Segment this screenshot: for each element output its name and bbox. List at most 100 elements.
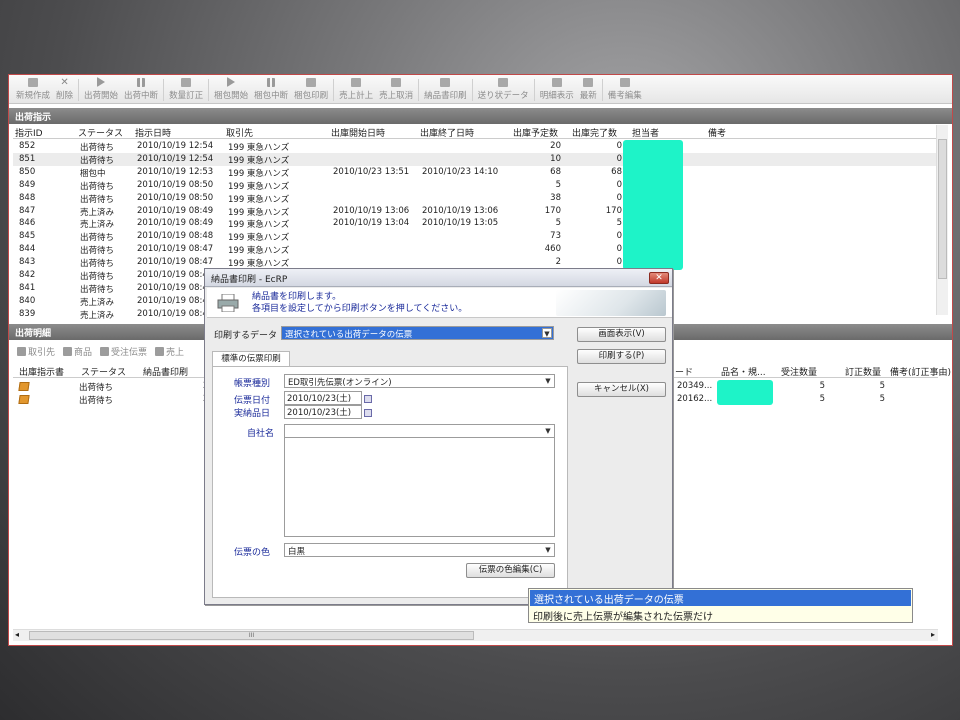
column-header[interactable]: 備考 — [708, 126, 726, 139]
column-header[interactable]: 訂正数量 — [845, 365, 881, 378]
table-cell: 20162... — [677, 394, 713, 404]
horizontal-scrollbar[interactable]: ◂ III ▸ — [13, 629, 938, 641]
calendar-icon[interactable] — [364, 408, 372, 417]
toolbar-button-9[interactable]: 売上取消 — [376, 75, 416, 103]
table-row[interactable]: 849 出荷待ち 2010/10/19 08:50 199 東急ハンズ 5 0 — [13, 179, 938, 192]
table-row[interactable]: 851 出荷待ち 2010/10/19 12:54 199 東急ハンズ 10 0 — [13, 152, 938, 166]
toolbar-button-8[interactable]: 売上計上 — [336, 75, 376, 103]
toolbar-button-7[interactable]: 梱包印刷 — [291, 75, 331, 103]
table-row[interactable]: 845 出荷待ち 2010/10/19 08:48 199 東急ハンズ 73 0 — [13, 230, 938, 243]
cancel-button[interactable]: キャンセル(X) — [577, 382, 666, 397]
company-name-label: 自社名 — [247, 429, 275, 439]
toolbar-button-4[interactable]: 数量訂正 — [166, 75, 206, 103]
table-cell: 839 — [19, 308, 36, 319]
slip-color-select[interactable]: 白黒 ▼ — [284, 543, 555, 557]
table-cell: 73 — [550, 231, 561, 242]
detail-tool-0[interactable]: 取引先 — [17, 345, 55, 358]
column-header[interactable]: 取引先 — [226, 126, 253, 139]
table-row[interactable]: 846 売上済み 2010/10/19 08:49 199 東急ハンズ 2010/10/… — [13, 217, 938, 230]
toolbar-button-10[interactable]: 納品書印刷 — [421, 75, 470, 103]
column-header[interactable]: 品名・規... — [721, 365, 766, 378]
slip-color-value: 白黒 — [288, 547, 306, 557]
column-header[interactable]: ステータス — [78, 126, 123, 139]
chevron-down-icon[interactable]: ▼ — [543, 376, 553, 386]
table-cell: 2010/10/19 12:54 — [137, 141, 214, 151]
toolbar-button-label: 梱包印刷 — [294, 91, 329, 101]
table-cell: 844 — [19, 244, 36, 255]
column-header[interactable]: 出庫終了日時 — [420, 126, 474, 139]
scroll-left-icon[interactable]: ◂ — [15, 630, 19, 639]
chevron-down-icon[interactable]: ▼ — [543, 545, 553, 555]
column-header[interactable]: 出庫予定数 — [513, 126, 558, 139]
table-cell: 2010/10/19 08:46 — [137, 270, 214, 280]
dropdown-option[interactable]: 選択されている出荷データの伝票 — [530, 590, 911, 606]
toolbar-button-12[interactable]: 明細表示 — [537, 75, 577, 103]
table-cell: 2010/10/19 08:4 — [137, 308, 208, 319]
table-row[interactable]: 848 出荷待ち 2010/10/19 08:50 199 東急ハンズ 38 0 — [13, 192, 938, 205]
slip-date-field[interactable]: 2010/10/23(土) — [284, 391, 372, 405]
column-header[interactable]: 指示日時 — [135, 126, 171, 139]
table-cell: 2010/10/19 13:04 — [333, 218, 410, 229]
column-header[interactable]: 出庫指示書 — [19, 365, 64, 378]
delivery-date-field[interactable]: 2010/10/23(土) — [284, 405, 372, 419]
hscroll-thumb[interactable]: III — [29, 631, 474, 640]
toolbar-button-13[interactable]: 最新 — [577, 75, 600, 103]
edit-slip-color-button[interactable]: 伝票の色編集(C) — [466, 563, 555, 578]
toolbar: 新規作成 ✕ 削除 出荷開始 出荷中断 数量訂正 梱包開始 梱包中断 梱包印刷 売上計上 売上取消納… — [9, 75, 952, 104]
print-button[interactable]: 印刷する(P) — [577, 349, 666, 364]
print-data-select[interactable]: 選択されている出荷データの伝票 ▼ — [281, 326, 554, 340]
slip-date-value[interactable]: 2010/10/23(土) — [284, 391, 362, 405]
table-cell: 199 東急ハンズ — [228, 207, 290, 218]
table-cell: 199 東急ハンズ — [228, 220, 290, 231]
column-header[interactable]: 受注数量 — [781, 365, 817, 378]
scroll-thumb[interactable] — [938, 139, 947, 279]
close-icon[interactable]: ✕ — [649, 272, 669, 284]
column-header[interactable]: 出庫開始日時 — [331, 126, 385, 139]
toolbar-button-14[interactable]: 備考編集 — [605, 75, 645, 103]
toolbar-button-label: 新規作成 — [16, 91, 51, 101]
table-row[interactable]: 844 出荷待ち 2010/10/19 08:47 199 東急ハンズ 460 0 — [13, 243, 938, 256]
column-header[interactable]: 担当者 — [632, 126, 659, 139]
column-header[interactable]: ード — [675, 365, 693, 378]
orders-vertical-scrollbar[interactable] — [936, 125, 948, 315]
delivery-date-value[interactable]: 2010/10/23(土) — [284, 405, 362, 419]
chevron-down-icon[interactable]: ▼ — [542, 328, 552, 338]
column-header[interactable]: 納品書印刷 — [143, 365, 188, 378]
table-cell: 出荷待ち — [80, 181, 115, 192]
column-header[interactable]: ステータス — [81, 365, 126, 378]
print-data-dropdown: 選択されている出荷データの伝票 印刷後に売上伝票が編集された伝票だけ — [528, 588, 913, 623]
printer-icon — [217, 294, 239, 312]
preview-button[interactable]: 画面表示(V) — [577, 327, 666, 342]
note-icon — [619, 78, 630, 87]
dropdown-option[interactable]: 印刷後に売上伝票が編集された伝票だけ — [529, 607, 912, 623]
table-cell: 5 — [555, 218, 561, 229]
detail-tool-1[interactable]: 商品 — [63, 345, 92, 358]
company-name-textarea[interactable] — [284, 437, 555, 537]
company-name-select[interactable]: ▼ — [284, 424, 555, 438]
table-row[interactable]: 852 出荷待ち 2010/10/19 12:54 199 東急ハンズ 20 0 — [13, 140, 938, 153]
table-cell: 199 東急ハンズ — [228, 246, 290, 257]
scroll-right-icon[interactable]: ▸ — [931, 630, 935, 639]
detail-tool-2[interactable]: 受注伝票 — [100, 345, 147, 358]
toolbar-button-6[interactable]: 梱包中断 — [251, 75, 291, 103]
table-row[interactable]: 847 売上済み 2010/10/19 08:49 199 東急ハンズ 2010/10/… — [13, 205, 938, 218]
table-row[interactable]: 850 梱包中 2010/10/19 12:53 199 東急ハンズ 2010/10/2… — [13, 166, 938, 179]
chevron-down-icon[interactable]: ▼ — [543, 426, 553, 436]
column-header[interactable]: 備考(訂正事由) — [890, 365, 951, 378]
toolbar-button-11[interactable]: 送り状データ — [475, 75, 532, 103]
toolbar-separator — [418, 79, 420, 101]
banner-decoration — [556, 290, 666, 316]
calendar-icon[interactable] — [364, 394, 372, 403]
table-cell: 199 東急ハンズ — [228, 143, 290, 153]
toolbar-button-1[interactable]: ✕ 削除 — [53, 75, 76, 103]
toolbar-button-5[interactable]: 梱包開始 — [211, 75, 251, 103]
toolbar-button-0[interactable]: 新規作成 — [13, 75, 53, 103]
toolbar-button-2[interactable]: 出荷開始 — [81, 75, 121, 103]
column-header[interactable]: 指示ID — [15, 126, 43, 139]
tab-standard-print[interactable]: 標準の伝票印刷 — [212, 351, 290, 367]
form-type-select[interactable]: ED取引先伝票(オンライン) ▼ — [284, 374, 555, 388]
form-type-value: ED取引先伝票(オンライン) — [288, 378, 392, 388]
column-header[interactable]: 出庫完了数 — [572, 126, 617, 139]
detail-tool-3[interactable]: 売上 — [155, 345, 184, 358]
toolbar-button-3[interactable]: 出荷中断 — [121, 75, 161, 103]
